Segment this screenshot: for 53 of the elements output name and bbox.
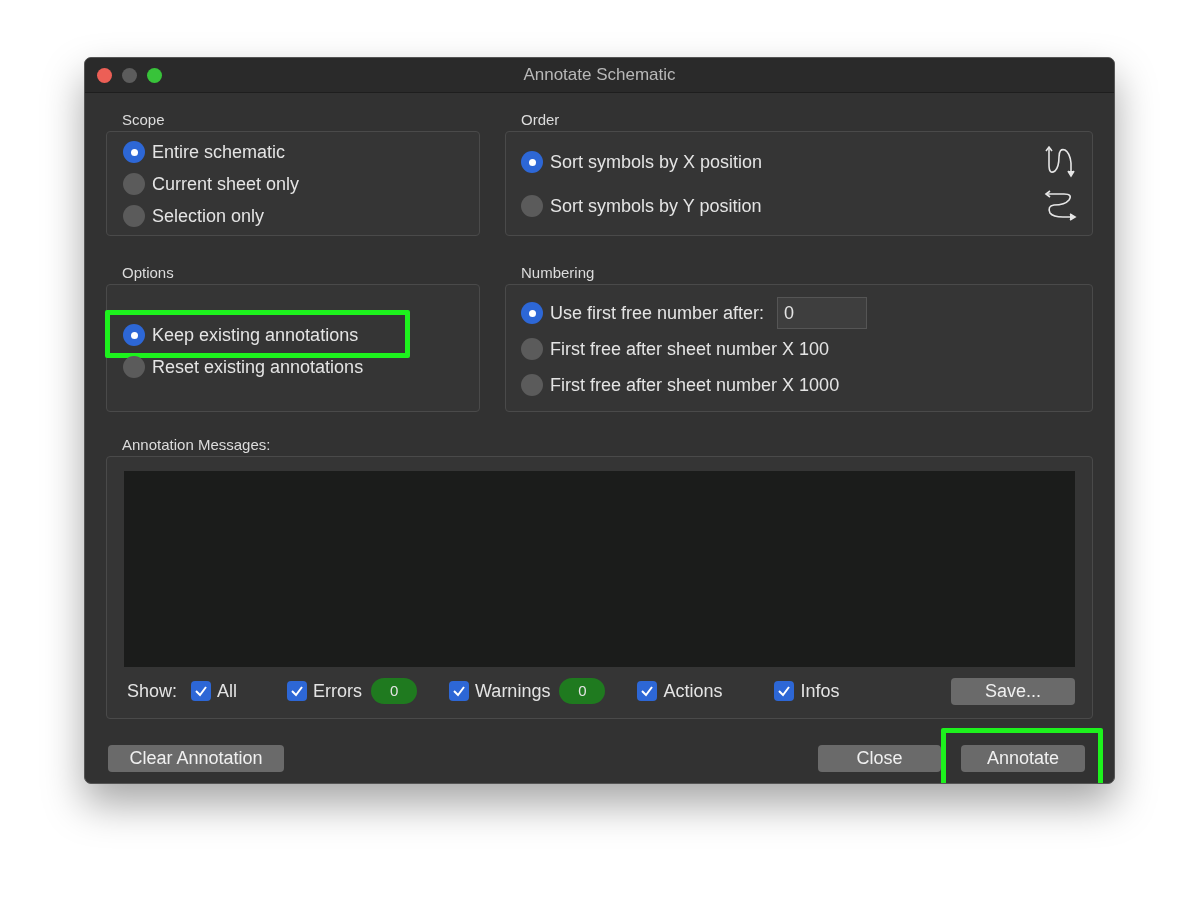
group-label: Order bbox=[520, 110, 561, 130]
checkmark-icon bbox=[640, 684, 655, 698]
radio-button[interactable] bbox=[521, 195, 543, 217]
checkbox-label[interactable]: Errors bbox=[313, 677, 363, 705]
group-label: Numbering bbox=[520, 263, 596, 283]
radio-button[interactable] bbox=[123, 324, 145, 346]
checkmark-icon bbox=[777, 684, 792, 698]
checkmark-icon bbox=[194, 684, 209, 698]
checkbox[interactable] bbox=[774, 681, 795, 701]
radio-button[interactable] bbox=[123, 356, 145, 378]
checkbox[interactable] bbox=[637, 681, 658, 701]
radio-button[interactable] bbox=[521, 151, 543, 173]
checkmark-icon bbox=[452, 684, 467, 698]
radio-button[interactable] bbox=[521, 374, 543, 396]
clear-annotation-button[interactable]: Clear Annotation bbox=[108, 744, 284, 772]
radio-label[interactable]: First free after sheet number X 1000 bbox=[550, 371, 840, 399]
radio-label[interactable]: Sort symbols by X position bbox=[550, 148, 763, 176]
checkbox-label[interactable]: Infos bbox=[800, 677, 840, 705]
horizontal-zigzag-arrow-icon bbox=[1044, 189, 1078, 223]
checkbox-label[interactable]: All bbox=[217, 677, 238, 705]
radio-label[interactable]: Selection only bbox=[152, 202, 265, 230]
show-label: Show: bbox=[127, 679, 178, 703]
window-title: Annotate Schematic bbox=[523, 64, 676, 87]
zoom-window-icon[interactable] bbox=[147, 67, 162, 83]
close-window-icon[interactable] bbox=[97, 67, 112, 83]
radio-label[interactable]: Reset existing annotations bbox=[152, 353, 364, 381]
checkbox-label[interactable]: Warnings bbox=[475, 677, 551, 705]
count-badge: 0 bbox=[559, 678, 606, 704]
radio-button[interactable] bbox=[123, 173, 145, 195]
group-label: Annotation Messages: bbox=[121, 435, 272, 455]
radio-label[interactable]: Use first free number after: bbox=[550, 299, 765, 327]
radio-label[interactable]: Sort symbols by Y position bbox=[550, 192, 762, 220]
radio-label[interactable]: Keep existing annotations bbox=[152, 321, 359, 349]
checkbox[interactable] bbox=[191, 681, 212, 701]
checkbox-label[interactable]: Actions bbox=[663, 677, 723, 705]
radio-label[interactable]: First free after sheet number X 100 bbox=[550, 335, 830, 363]
checkmark-icon bbox=[290, 684, 305, 698]
close-button[interactable]: Close bbox=[818, 744, 941, 772]
radio-button[interactable] bbox=[123, 141, 145, 163]
radio-label[interactable]: Entire schematic bbox=[152, 138, 286, 166]
save-button[interactable]: Save... bbox=[951, 677, 1075, 705]
group-label: Scope bbox=[121, 110, 166, 130]
radio-button[interactable] bbox=[521, 338, 543, 360]
count-badge: 0 bbox=[371, 678, 418, 704]
checkbox[interactable] bbox=[287, 681, 308, 701]
checkbox[interactable] bbox=[449, 681, 470, 701]
group-label: Options bbox=[121, 263, 175, 283]
number-input-field[interactable]: 0 bbox=[777, 297, 868, 329]
vertical-zigzag-arrow-icon bbox=[1044, 145, 1078, 179]
annotate-button[interactable]: Annotate bbox=[961, 744, 1085, 772]
radio-button[interactable] bbox=[521, 302, 543, 324]
radio-button[interactable] bbox=[123, 205, 145, 227]
radio-label[interactable]: Current sheet only bbox=[152, 170, 300, 198]
